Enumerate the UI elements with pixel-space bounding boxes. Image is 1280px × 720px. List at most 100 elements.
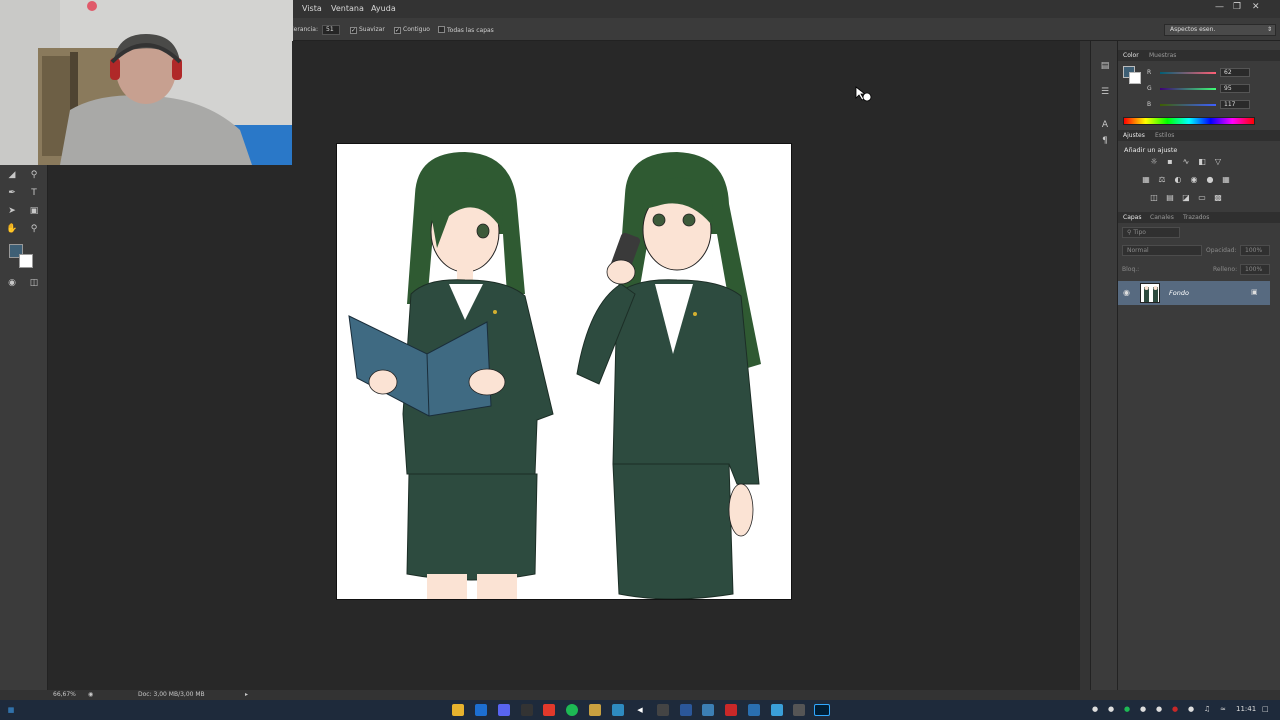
app-icon-6[interactable] — [748, 704, 760, 716]
menu-ventana[interactable]: Ventana — [331, 4, 364, 13]
tab-channels[interactable]: Canales — [1150, 214, 1174, 221]
hand-icon[interactable]: ✋ — [5, 222, 19, 236]
green-value-input[interactable]: 95 — [1220, 84, 1250, 93]
workspace-select[interactable]: Aspectos esen. ⇕ — [1164, 24, 1276, 36]
character-icon[interactable]: A — [1099, 119, 1111, 131]
paragraph-icon[interactable]: ¶ — [1099, 135, 1111, 147]
windows-start-icon[interactable]: ▦ — [5, 704, 17, 716]
play-arrow-icon[interactable]: ▸ — [245, 691, 248, 698]
menu-ayuda[interactable]: Ayuda — [371, 4, 396, 13]
spotify-icon[interactable] — [566, 704, 578, 716]
path-select-icon[interactable]: ➤ — [5, 204, 19, 218]
photos-icon[interactable] — [612, 704, 624, 716]
tab-layers[interactable]: Capas — [1123, 214, 1141, 221]
vibrance-icon[interactable]: ▽ — [1213, 157, 1223, 167]
blue-value-input[interactable]: 117 — [1220, 100, 1250, 109]
app-icon-2[interactable]: ◀ — [634, 704, 646, 716]
clock[interactable]: 11:41 — [1236, 705, 1256, 713]
notification-icon[interactable]: □ — [1262, 705, 1269, 713]
background-color-swatch[interactable] — [19, 254, 33, 268]
invert-icon[interactable]: ◫ — [1149, 193, 1159, 203]
tab-swatches[interactable]: Muestras — [1149, 52, 1176, 59]
threshold-icon[interactable]: ◪ — [1181, 193, 1191, 203]
tray-icon-3[interactable]: ● — [1124, 705, 1130, 713]
tab-color[interactable]: Color — [1123, 52, 1139, 59]
opacity-input[interactable]: 100% — [1240, 245, 1270, 256]
blend-mode-select[interactable]: Normal — [1122, 245, 1202, 256]
bucket-icon[interactable]: ◢ — [5, 168, 19, 182]
curves-icon[interactable]: ∿ — [1181, 157, 1191, 167]
menu-vista[interactable]: Vista — [302, 4, 322, 13]
contiguous-checkbox[interactable]: ✓ Contiguo — [394, 26, 430, 34]
tray-icon-7[interactable]: ● — [1188, 705, 1194, 713]
screen-mode-icon[interactable]: ◫ — [27, 276, 41, 290]
tolerance-input[interactable]: 51 — [322, 25, 340, 35]
app-icon-3[interactable] — [657, 704, 669, 716]
tolerance-label: lerancia: — [292, 26, 318, 33]
history-icon[interactable]: ▤ — [1099, 60, 1111, 72]
blue-slider[interactable] — [1160, 104, 1216, 106]
tray-icon-2[interactable]: ● — [1108, 705, 1114, 713]
color-balance-icon[interactable]: ⚖ — [1157, 175, 1167, 185]
app-icon-5[interactable] — [725, 704, 737, 716]
tray-icon-6[interactable]: ● — [1172, 705, 1178, 713]
discord-icon[interactable] — [498, 704, 510, 716]
tab-paths[interactable]: Trazados — [1183, 214, 1209, 221]
app-icon-1[interactable] — [589, 704, 601, 716]
brightness-icon[interactable]: ☼ — [1149, 157, 1159, 167]
selective-color-icon[interactable]: ▩ — [1213, 193, 1223, 203]
quick-mask-icon[interactable]: ◉ — [5, 276, 19, 290]
tab-styles[interactable]: Estilos — [1155, 132, 1174, 139]
volume-icon[interactable]: ♫ — [1204, 705, 1210, 713]
tray-icon-5[interactable]: ● — [1156, 705, 1162, 713]
canvas-vertical-scrollbar[interactable] — [1080, 41, 1090, 690]
fill-label: Relleno: — [1213, 266, 1238, 273]
minimize-icon[interactable]: — — [1215, 2, 1224, 12]
levels-icon[interactable]: ▪ — [1165, 157, 1175, 167]
zoom-level[interactable]: 66,67% — [53, 691, 76, 698]
layer-row-fondo[interactable]: ◉ Fondo ▣ — [1118, 281, 1270, 305]
posterize-icon[interactable]: ▤ — [1165, 193, 1175, 203]
layer-filter-select[interactable]: ⚲ Tipo — [1122, 227, 1180, 238]
eye-icon[interactable]: ◉ — [1123, 288, 1130, 297]
word-icon[interactable] — [680, 704, 692, 716]
green-slider[interactable] — [1160, 88, 1216, 90]
app-icon-8[interactable] — [793, 704, 805, 716]
app-icon-4[interactable] — [702, 704, 714, 716]
red-value-input[interactable]: 62 — [1220, 68, 1250, 77]
channel-mixer-icon[interactable]: ● — [1205, 175, 1215, 185]
document-canvas[interactable] — [336, 143, 792, 600]
smooth-checkbox[interactable]: ✓ Suavizar — [350, 26, 385, 34]
black-white-icon[interactable]: ◐ — [1173, 175, 1183, 185]
photo-filter-icon[interactable]: ◉ — [1189, 175, 1199, 185]
file-explorer-icon[interactable] — [452, 704, 464, 716]
obs-icon[interactable] — [521, 704, 533, 716]
workspace-left — [48, 165, 292, 690]
red-slider[interactable] — [1160, 72, 1216, 74]
tray-icon-4[interactable]: ● — [1140, 705, 1146, 713]
close-icon[interactable]: ✕ — [1252, 2, 1260, 12]
browser-icon[interactable] — [475, 704, 487, 716]
properties-icon[interactable]: ☰ — [1099, 86, 1111, 98]
rectangle-icon[interactable]: ▣ — [27, 204, 41, 218]
gradient-map-icon[interactable]: ▭ — [1197, 193, 1207, 203]
exposure-icon[interactable]: ◧ — [1197, 157, 1207, 167]
tab-adjustments[interactable]: Ajustes — [1123, 132, 1145, 139]
dodge-icon[interactable]: ⚲ — [27, 168, 41, 182]
hue-saturation-icon[interactable]: ▦ — [1141, 175, 1151, 185]
pen-icon[interactable]: ✒ — [5, 186, 19, 200]
tray-icon-1[interactable]: ● — [1092, 705, 1098, 713]
color-spectrum-bar[interactable] — [1123, 117, 1255, 125]
photoshop-taskbar-icon[interactable] — [814, 704, 830, 716]
restore-icon[interactable]: ❐ — [1233, 2, 1241, 12]
wifi-icon[interactable]: ≈ — [1220, 705, 1226, 713]
all-layers-checkbox[interactable]: Todas las capas — [438, 26, 494, 34]
color-lookup-icon[interactable]: ▦ — [1221, 175, 1231, 185]
brave-icon[interactable] — [543, 704, 555, 716]
zoom-icon[interactable]: ⚲ — [27, 222, 41, 236]
color-panel-tabs: Color Muestras — [1118, 50, 1280, 61]
app-icon-7[interactable] — [771, 704, 783, 716]
fill-input[interactable]: 100% — [1240, 264, 1270, 275]
lock-label: Bloq.: — [1122, 266, 1140, 273]
type-icon[interactable]: T — [27, 186, 41, 200]
